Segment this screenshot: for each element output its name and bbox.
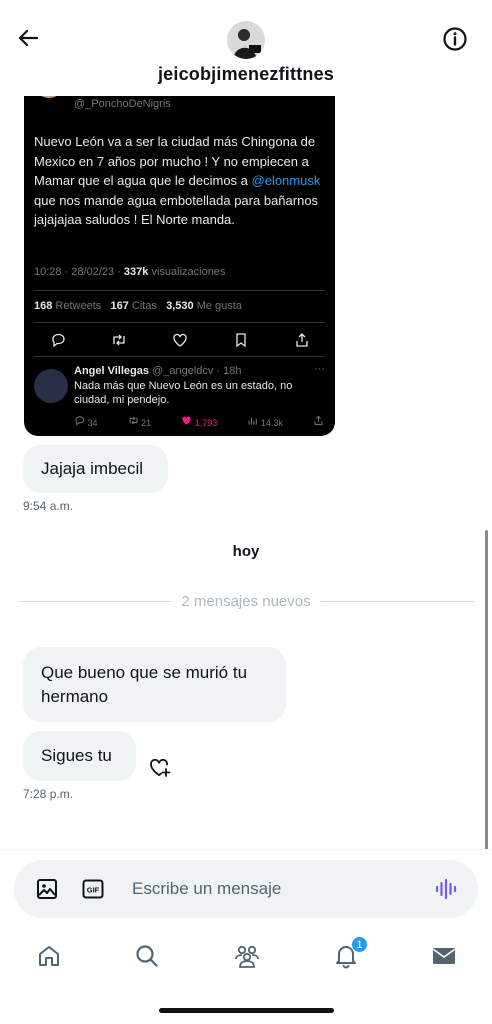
- conversation-username[interactable]: jeicobjimenezfittnes: [0, 64, 492, 85]
- divider-line: [18, 600, 172, 602]
- retweet-icon: [129, 416, 138, 425]
- message-bubble[interactable]: Que bueno que se murió tu hermano: [23, 647, 286, 722]
- message-input[interactable]: Escribe un mensaje: [132, 860, 281, 918]
- message-bubble[interactable]: Jajaja imbecil: [23, 445, 168, 493]
- retweets-count: 168: [34, 300, 53, 312]
- message-bubble[interactable]: Sigues tu: [23, 731, 136, 781]
- quotes-count: 167: [110, 300, 129, 312]
- likes-count: 3,530: [166, 300, 194, 312]
- reply-author-name: Angel Villegas: [74, 365, 149, 377]
- like-count: 1,793: [181, 415, 217, 428]
- tweet-mention: @elonmusk: [251, 173, 321, 188]
- divider: [34, 356, 325, 357]
- message-composer: GIF Escribe un mensaje: [14, 860, 478, 918]
- retweet-count: 21: [128, 415, 152, 428]
- tweet-author-handle: @_PonchoDeNigris: [74, 98, 171, 110]
- heart-plus-icon: [150, 758, 171, 777]
- avatar[interactable]: [227, 21, 265, 59]
- people-icon: [235, 945, 259, 968]
- conversation-header: jeicobjimenezfittnes: [0, 0, 492, 96]
- nav-home[interactable]: [35, 942, 63, 970]
- reply-author: Angel Villegas @_angeldcv · 18h: [74, 365, 242, 377]
- arrow-left-icon: [18, 29, 39, 47]
- tweet-stats: 168 Retweets 167 Citas 3,530 Me gusta: [34, 300, 242, 312]
- tweet-text-part: que nos mande agua embotellada para baña…: [34, 192, 319, 228]
- nav-communities[interactable]: [233, 942, 261, 970]
- view-count: 14.3k: [247, 415, 283, 428]
- bookmark-icon: [233, 332, 249, 348]
- back-button[interactable]: [14, 24, 42, 52]
- tweet-timestamp: 10:28 · 28/02/23 · 337k visualizaciones: [34, 266, 225, 278]
- info-icon: [443, 27, 467, 51]
- new-messages-label: 2 mensajes nuevos: [181, 592, 311, 610]
- retweet-icon: [111, 332, 127, 348]
- reply-icon: [75, 416, 85, 426]
- tweet-views-label: visualizaciones: [148, 266, 226, 278]
- retweets-label: Retweets: [52, 300, 102, 312]
- message-timestamp: 9:54 a.m.: [23, 499, 74, 513]
- divider: [0, 849, 492, 850]
- gif-icon: GIF: [82, 879, 104, 899]
- tweet-views-count: 337k: [123, 266, 149, 278]
- view-count-value: 14.3k: [260, 418, 283, 428]
- tweet-text: Nuevo León va a ser la ciudad más Chingo…: [34, 132, 330, 230]
- voice-message-button[interactable]: [434, 877, 458, 901]
- divider: [34, 290, 325, 291]
- like-count-value: 1,793: [194, 418, 218, 428]
- heart-filled-icon: [182, 416, 191, 425]
- divider: [34, 322, 325, 323]
- retweet-count-value: 21: [141, 418, 152, 428]
- notifications-badge: 1: [351, 936, 368, 953]
- heart-icon: [172, 332, 188, 348]
- add-reaction-button[interactable]: [147, 755, 173, 781]
- home-indicator[interactable]: [159, 1008, 334, 1013]
- scrollbar[interactable]: [485, 530, 488, 850]
- reply-icon: [50, 332, 66, 348]
- gif-label: GIF: [87, 886, 100, 895]
- reply-count-value: 34: [87, 418, 98, 428]
- home-icon: [39, 946, 59, 966]
- more-icon: ···: [314, 363, 325, 375]
- views-icon: [248, 417, 258, 425]
- likes-label: Me gusta: [193, 300, 242, 312]
- divider-line: [320, 600, 474, 602]
- message-timestamp: 7:28 p.m.: [23, 787, 74, 801]
- info-button[interactable]: [440, 24, 470, 54]
- envelope-icon: [433, 948, 455, 964]
- day-separator: hoy: [232, 543, 260, 560]
- search-icon: [136, 945, 158, 967]
- nav-messages[interactable]: [430, 942, 458, 970]
- shared-tweet-image[interactable]: @_PonchoDeNigris Nuevo León va a ser la …: [24, 80, 335, 436]
- voice-wave-icon: [435, 878, 457, 900]
- nav-search[interactable]: [133, 942, 161, 970]
- reply-author-handle: @_angeldcv · 18h: [149, 365, 242, 377]
- add-image-button[interactable]: [36, 878, 58, 900]
- tweet-actions: [50, 332, 310, 348]
- quotes-label: Citas: [128, 300, 157, 312]
- new-messages-divider: 2 mensajes nuevos: [18, 590, 474, 612]
- bottom-navigation: [0, 936, 492, 980]
- reply-text: Nada más que Nuevo León es un estado, no…: [74, 380, 293, 406]
- share-icon: [313, 415, 324, 428]
- reply-count: 34: [74, 415, 98, 428]
- share-icon: [294, 332, 310, 348]
- tweet-time: 10:28 · 28/02/23 ·: [34, 266, 124, 278]
- reply-actions: 34 21 1,793 14.3k: [74, 415, 324, 428]
- image-icon: [37, 879, 57, 899]
- add-gif-button[interactable]: GIF: [82, 878, 104, 900]
- reply-author-avatar: [34, 369, 68, 403]
